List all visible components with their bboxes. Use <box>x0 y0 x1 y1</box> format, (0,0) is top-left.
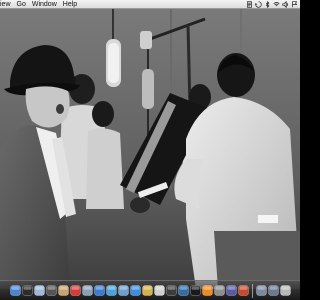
iphoto-icon[interactable] <box>117 284 129 298</box>
menu-bar: iew Go Window Help <box>0 0 300 9</box>
time-machine-icon[interactable] <box>177 284 189 298</box>
dock <box>0 280 300 300</box>
shield-icon[interactable] <box>225 284 237 298</box>
dashboard-icon[interactable] <box>21 284 33 298</box>
itunes-icon[interactable] <box>93 284 105 298</box>
menu-go[interactable]: Go <box>14 0 29 9</box>
menu-help[interactable]: Help <box>60 0 80 9</box>
vlc-icon[interactable] <box>201 284 213 298</box>
script-icon[interactable] <box>246 0 253 8</box>
menu-window[interactable]: Window <box>29 0 60 9</box>
documents-stack-icon[interactable] <box>255 284 267 298</box>
trash-icon[interactable] <box>279 284 291 298</box>
folder-icon[interactable] <box>141 284 153 298</box>
menu-extras <box>246 0 300 8</box>
dock-separator <box>251 283 253 298</box>
ichat-icon[interactable] <box>105 284 117 298</box>
preview-icon[interactable] <box>81 284 93 298</box>
finder-icon[interactable] <box>9 284 21 298</box>
bluetooth-icon[interactable] <box>264 0 271 8</box>
preferences-icon[interactable] <box>213 284 225 298</box>
ical-icon[interactable] <box>69 284 81 298</box>
menu-view[interactable]: iew <box>0 0 14 9</box>
address-book-icon[interactable] <box>57 284 69 298</box>
facetime-icon[interactable] <box>165 284 177 298</box>
flag-icon[interactable] <box>291 0 298 8</box>
spotlight-icon[interactable] <box>153 284 165 298</box>
flame-icon[interactable] <box>237 284 249 298</box>
safari-icon[interactable] <box>129 284 141 298</box>
sync-icon[interactable] <box>255 0 262 8</box>
volume-icon[interactable] <box>282 0 289 8</box>
downloads-stack-icon[interactable] <box>267 284 279 298</box>
terminal-icon[interactable] <box>189 284 201 298</box>
mail-icon[interactable] <box>33 284 45 298</box>
studio-photo <box>0 9 300 300</box>
camera-icon[interactable] <box>45 284 57 298</box>
desktop-wallpaper <box>0 9 300 300</box>
wifi-icon[interactable] <box>273 1 280 8</box>
